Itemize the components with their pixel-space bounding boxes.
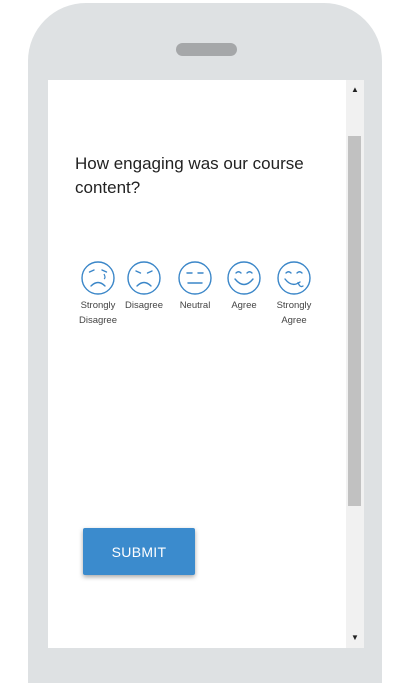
neutral-face-icon [178, 261, 212, 295]
vertical-scrollbar[interactable]: ▲ ▼ [346, 80, 364, 648]
option-strongly-agree[interactable]: Strongly Agree [264, 260, 324, 328]
smile-face-icon [227, 261, 261, 295]
survey-screen: How engaging was our course content? Str… [48, 80, 364, 648]
submit-button[interactable]: SUBMIT [83, 528, 195, 575]
sad-face-icon [127, 261, 161, 295]
phone-speaker [176, 43, 237, 56]
scroll-up-arrow-icon[interactable]: ▲ [346, 82, 364, 98]
option-label: Strongly Agree [276, 300, 312, 326]
survey-question: How engaging was our course content? [75, 154, 304, 197]
scroll-down-arrow-icon[interactable]: ▼ [346, 630, 364, 646]
scroll-thumb[interactable] [348, 136, 361, 506]
very-sad-face-icon [81, 261, 115, 295]
big-smile-face-icon [277, 261, 311, 295]
